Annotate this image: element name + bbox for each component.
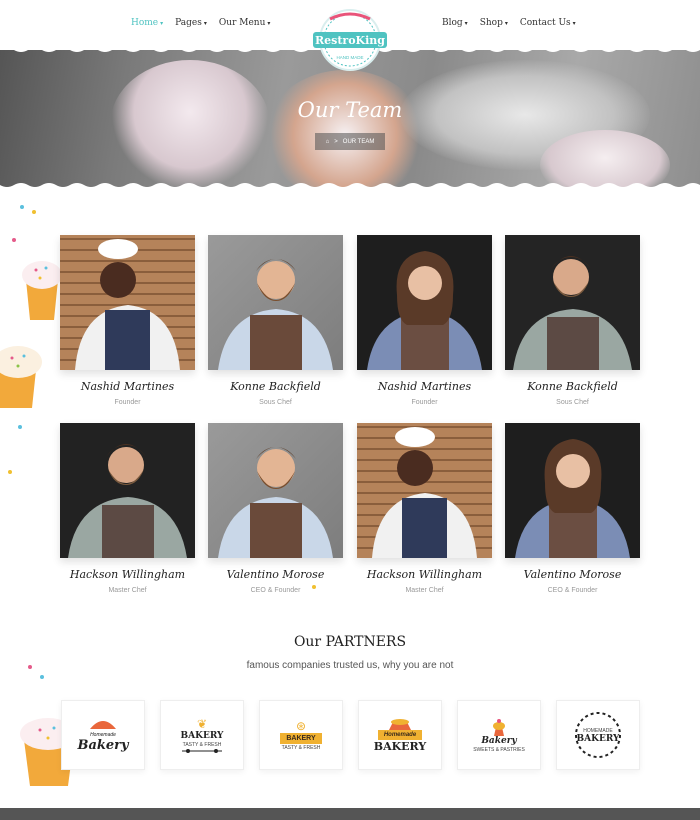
team-member-card[interactable]: Nashid Martines Founder <box>357 235 492 406</box>
partner-logo[interactable]: Homemade Bakery <box>61 700 145 770</box>
cupcake-icon <box>493 718 505 736</box>
nav-label: Pages <box>175 18 202 28</box>
partner-main-text: BAKERY <box>373 739 427 753</box>
croissant-icon: ❦ <box>196 716 208 731</box>
partner-bottom-text: TASTY & FRESH <box>281 745 321 751</box>
footer-strip <box>0 808 700 820</box>
chevron-down-icon: ▾ <box>267 19 271 27</box>
team-member-card[interactable]: Hackson Willingham Master Chef <box>60 423 195 594</box>
member-role: Founder <box>411 399 438 406</box>
partner-logo[interactable]: Homemade BAKERY <box>358 700 442 770</box>
partner-bottom-text: SWEETS & PASTRIES <box>473 746 525 753</box>
member-photo <box>357 235 492 370</box>
member-role: Sous Chef <box>556 399 589 406</box>
sprinkle <box>12 238 16 242</box>
nav-item-shop[interactable]: Shop ▾ <box>480 18 508 28</box>
wheat-icon <box>182 748 222 753</box>
sprinkle <box>40 675 44 679</box>
member-role: Master Chef <box>108 587 147 594</box>
sprinkle <box>8 470 12 474</box>
member-photo <box>60 423 195 558</box>
team-member-card[interactable]: Valentino Morose CEO & Founder <box>208 423 343 594</box>
nav-left-group: Home ▾ Pages ▾ Our Menu ▾ <box>131 18 270 28</box>
member-role: Sous Chef <box>259 399 292 406</box>
member-role: Founder <box>114 399 141 406</box>
member-name: Valentino Morose <box>523 568 622 581</box>
chevron-down-icon: ▾ <box>464 19 468 27</box>
nav-label: Shop <box>479 18 503 28</box>
cupcake-image <box>265 70 425 190</box>
chevron-down-icon: ▾ <box>160 19 164 27</box>
partner-main-text: Bakery <box>77 738 129 753</box>
chevron-down-icon: ▾ <box>504 19 508 27</box>
cupcake-icon <box>389 718 411 730</box>
home-icon[interactable]: ⌂ <box>326 139 330 145</box>
cupcake-image <box>110 60 270 190</box>
partner-logo[interactable]: ⊛ BAKERY TASTY & FRESH <box>259 700 343 770</box>
nav-label: Our Menu <box>218 18 266 28</box>
page-title: Our Team <box>297 98 403 122</box>
sprinkle <box>32 210 36 214</box>
member-role: CEO & Founder <box>547 587 598 594</box>
wave-divider <box>0 183 700 192</box>
partners-subheading: famous companies trusted us, why you are… <box>246 660 454 671</box>
member-photo <box>60 235 195 370</box>
pretzel-icon: ⊛ <box>295 719 307 733</box>
member-role: Master Chef <box>405 587 444 594</box>
member-name: Hackson Willingham <box>366 568 483 581</box>
member-name: Konne Backfield <box>230 380 321 393</box>
member-name: Konne Backfield <box>527 380 618 393</box>
team-member-card[interactable]: Hackson Willingham Master Chef <box>357 423 492 594</box>
member-name: Hackson Willingham <box>69 568 186 581</box>
chevron-down-icon: ▾ <box>203 19 207 27</box>
cupcake-decoration <box>0 261 62 408</box>
member-name: Valentino Morose <box>226 568 325 581</box>
nav-item-blog[interactable]: Blog ▾ <box>442 18 468 28</box>
chevron-down-icon: ▾ <box>572 19 576 27</box>
partner-top-text: Homemade <box>377 729 423 740</box>
partner-main-text: Bakery <box>481 735 517 746</box>
member-name: Nashid Martines <box>80 380 175 393</box>
sprinkle <box>20 205 24 209</box>
nav-label: Home <box>131 18 159 28</box>
team-member-card[interactable]: Konne Backfield Sous Chef <box>208 235 343 406</box>
member-photo <box>505 235 640 370</box>
member-role: CEO & Founder <box>250 587 301 594</box>
team-member-card[interactable]: Konne Backfield Sous Chef <box>505 235 640 406</box>
nav-label: Blog <box>442 18 463 28</box>
nav-item-home[interactable]: Home ▾ <box>131 18 163 28</box>
nav-right-group: Blog ▾ Shop ▾ Contact Us ▾ <box>442 18 576 28</box>
member-photo <box>357 423 492 558</box>
member-name: Nashid Martines <box>377 380 472 393</box>
partner-main-text: BAKERY <box>280 733 322 744</box>
member-photo <box>208 423 343 558</box>
nav-item-contact-us[interactable]: Contact Us ▾ <box>520 18 576 28</box>
partner-logo[interactable]: HOMEMADE BAKERY <box>556 700 640 770</box>
wheat-wreath-icon <box>575 712 621 758</box>
logo-text: RestroKing <box>315 34 385 47</box>
partner-logo[interactable]: Bakery SWEETS & PASTRIES <box>457 700 541 770</box>
nav-item-pages[interactable]: Pages ▾ <box>175 18 207 28</box>
member-photo <box>505 423 640 558</box>
breadcrumb: ⌂ > OUR TEAM <box>315 133 385 150</box>
sprinkle <box>18 425 22 429</box>
bread-icon <box>90 721 116 729</box>
partners-heading: Our PARTNERS <box>293 634 407 650</box>
team-member-card[interactable]: Nashid Martines Founder <box>60 235 195 406</box>
site-logo[interactable]: RestroKing HAND MADE <box>309 7 391 73</box>
nav-item-our-menu[interactable]: Our Menu ▾ <box>219 18 271 28</box>
logo-subtext: HAND MADE <box>336 55 363 60</box>
partner-logo[interactable]: ❦ BAKERY TASTY & FRESH <box>160 700 244 770</box>
breadcrumb-current: OUR TEAM <box>342 138 375 145</box>
nav-label: Contact Us <box>519 18 571 28</box>
breadcrumb-separator: > <box>334 138 338 145</box>
member-photo <box>208 235 343 370</box>
partner-main-text: BAKERY <box>180 730 224 741</box>
team-member-card[interactable]: Valentino Morose CEO & Founder <box>505 423 640 594</box>
